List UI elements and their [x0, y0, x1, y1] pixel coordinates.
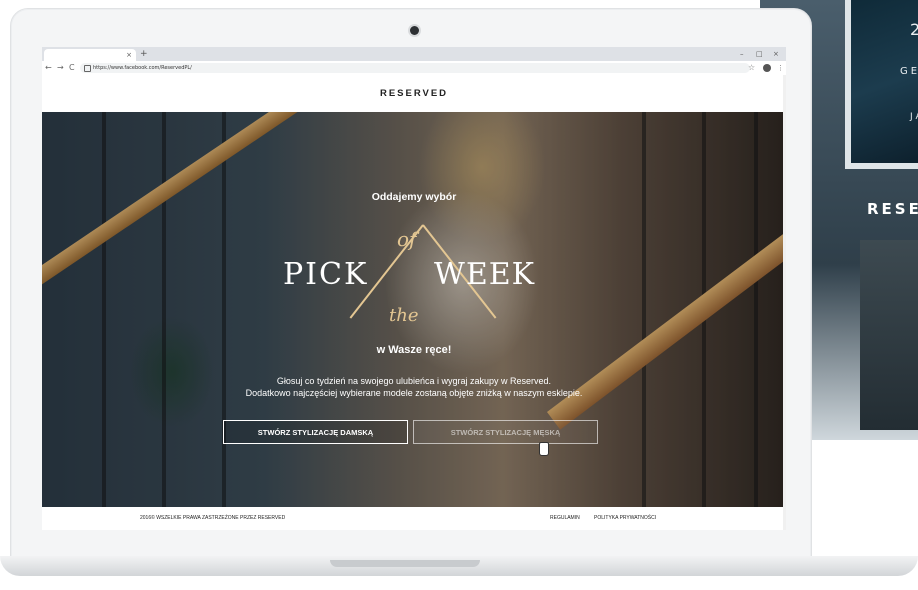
forward-icon[interactable]: →	[57, 62, 64, 74]
browser-tab[interactable]: ×	[44, 49, 136, 61]
bookmark-star-icon[interactable]: ☆	[748, 62, 755, 74]
browser-tab-bar: × + – □ ×	[42, 47, 786, 61]
logo-word-the: the	[389, 305, 419, 326]
close-tab-icon[interactable]: ×	[126, 50, 132, 60]
background-year-text: 20	[910, 20, 918, 39]
hero-description: Głosuj co tydzień na swojego ulubieńca i…	[42, 375, 786, 399]
background-line-text: GE	[900, 66, 918, 77]
laptop-notch	[330, 560, 480, 567]
maximize-icon[interactable]: □	[756, 48, 763, 60]
hero-banner: Oddajemy wybór PICK of WEEK the w Wasze …	[42, 112, 786, 507]
lock-icon	[84, 65, 91, 72]
profile-avatar-icon[interactable]	[763, 64, 771, 72]
back-icon[interactable]: ←	[45, 62, 52, 74]
logo-word-pick: PICK	[283, 257, 369, 292]
privacy-policy-link[interactable]: POLITYKA PRYWATNOŚCI	[594, 507, 656, 530]
hero-description-line: Głosuj co tydzień na swojego ulubieńca i…	[276, 376, 552, 386]
brand-logo[interactable]: RESERVED	[42, 75, 786, 112]
hero-tagline-top: Oddajemy wybór	[371, 191, 457, 203]
minimize-icon[interactable]: –	[740, 48, 744, 60]
hero-tagline-mid: w Wasze ręce!	[376, 344, 452, 356]
url-text[interactable]: https://www.facebook.com/ReservedPL/	[93, 63, 192, 73]
reload-icon[interactable]: C	[69, 62, 75, 74]
background-photo	[860, 240, 918, 430]
background-photo-frame	[845, 0, 918, 169]
new-tab-button[interactable]: +	[140, 48, 148, 60]
logo-word-of: of	[397, 227, 417, 251]
site-header: RESERVED	[42, 75, 786, 112]
site-footer: 2016© WSZELKIE PRAWA ZASTRZEŻONE PRZEZ R…	[42, 507, 786, 530]
browser-menu-icon[interactable]: ⋮	[777, 62, 784, 74]
browser-toolbar: ← → C https://www.facebook.com/ReservedP…	[42, 61, 786, 76]
page-scrollbar[interactable]	[783, 75, 786, 530]
copyright-text: 2016© WSZELKIE PRAWA ZASTRZEŻONE PRZEZ R…	[140, 515, 286, 521]
pick-of-the-week-logo: PICK of WEEK the	[272, 224, 562, 337]
terms-link[interactable]: REGULAMIN	[550, 507, 580, 530]
logo-word-week: WEEK	[434, 257, 536, 292]
background-brand-text: RESE	[867, 200, 918, 218]
webcam-icon	[410, 26, 419, 35]
address-bar[interactable]: https://www.facebook.com/ReservedPL/	[80, 63, 750, 73]
background-line-text: JA	[910, 112, 918, 122]
close-window-icon[interactable]: ×	[773, 48, 779, 60]
laptop-screen: × + – □ × ← → C https://www.facebook.com…	[42, 47, 786, 530]
create-mens-style-button[interactable]: STWÓRZ STYLIZACJĘ MĘSKĄ	[413, 420, 598, 444]
hero-description-line: Dodatkowo najczęściej wybierane modele z…	[245, 388, 583, 398]
create-womens-style-button[interactable]: STWÓRZ STYLIZACJĘ DAMSKĄ	[223, 420, 408, 444]
